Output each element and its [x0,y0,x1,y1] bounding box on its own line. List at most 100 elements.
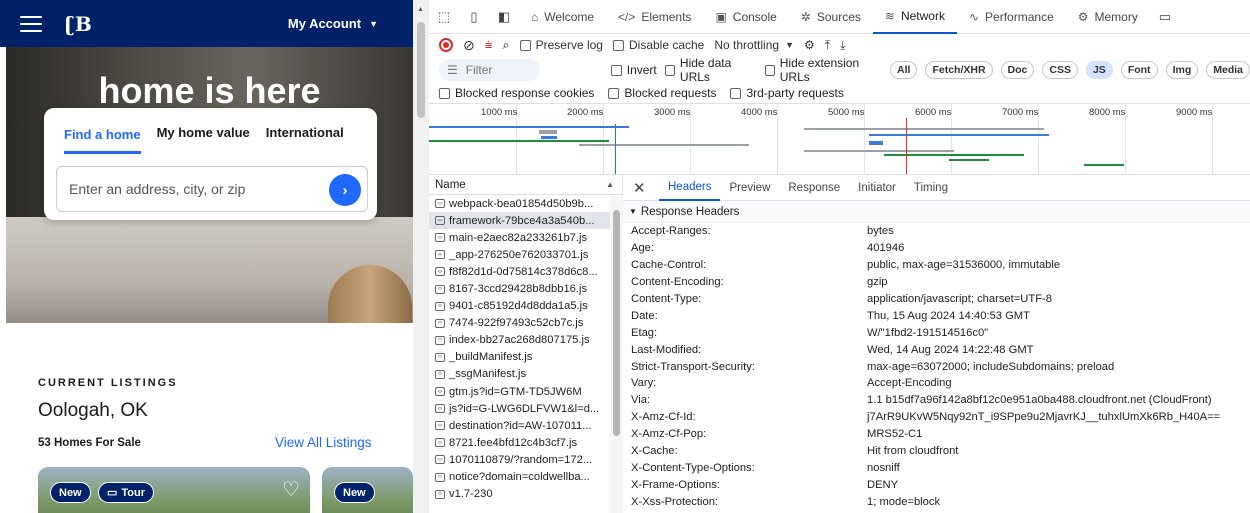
tab-console[interactable]: ▣ Console [703,0,788,34]
name-header-label: Name [435,178,466,191]
header-row: Via: 1.1 b15df7a96f142a8bf12c0e951a0ba488… [623,392,1250,409]
inspect-element-icon[interactable]: ⬚ [429,9,459,25]
search-input[interactable]: Enter an address, city, or zip › [56,166,368,212]
listing-card[interactable]: New ▭ Tour ♡ [38,467,310,513]
chip-font[interactable]: Font [1120,61,1158,79]
request-row[interactable]: ‹› _app-276250e762033701.js [429,246,611,263]
response-headers-section[interactable]: ▼ Response Headers [623,201,1250,223]
tab-welcome[interactable]: ⌂ Welcome [519,0,606,34]
close-icon[interactable]: ✕ [633,179,659,197]
upload-icon[interactable]: ⤒ [825,38,830,53]
chip-all[interactable]: All [890,61,918,79]
listing-card[interactable]: New [322,467,413,513]
view-all-listings-link[interactable]: View All Listings [275,435,372,450]
request-row[interactable]: ‹› js?id=G-LWG6DLFVW1&l=d... [429,400,611,417]
chip-doc[interactable]: Doc [1000,61,1035,79]
search-icon[interactable]: ⌕ [502,37,509,53]
request-row[interactable]: ‹› notice?domain=coldwellba... [429,469,611,486]
my-account-button[interactable]: My Account ▼ [288,16,378,31]
preserve-log-checkbox[interactable]: Preserve log [519,38,603,52]
caret-down-icon: ▼ [369,18,378,29]
third-party-requests-checkbox[interactable]: 3rd-party requests [730,86,844,100]
throttling-select[interactable]: No throttling ▼ [714,38,794,52]
request-row[interactable]: ‹› destination?id=AW-107011... [429,417,611,434]
record-icon[interactable] [439,38,453,52]
scrollbar-thumb[interactable] [613,210,620,436]
request-row[interactable]: ‹› 1070110879/?random=172... [429,451,611,468]
tab-memory[interactable]: ⚙ Memory [1066,0,1150,34]
request-row[interactable]: ‹› webpack-bea01854d50b9b... [429,195,611,212]
header-value: Wed, 14 Aug 2024 14:22:48 GMT [867,343,1034,356]
chip-css[interactable]: CSS [1042,61,1078,79]
tab-performance[interactable]: ∿ Performance [957,0,1066,34]
search-submit-button[interactable]: › [329,174,361,206]
request-row[interactable]: ‹› 8167-3ccd29428b8dbb16.js [429,280,611,297]
timeline-tick-label: 1000 ms [481,107,518,118]
header-key: Accept-Ranges: [631,225,711,238]
scrollbar-thumb[interactable] [417,22,425,118]
website-scrollbar[interactable]: ▲ [413,0,429,513]
blocked-response-cookies-label: Blocked response cookies [455,86,595,100]
request-row[interactable]: ‹› 9401-c85192d4d8dda1a5.js [429,298,611,315]
request-row[interactable]: ‹› 7474-922f97493c52cb7c.js [429,315,611,332]
request-list-scrollbar[interactable] [610,196,623,513]
request-name: _app-276250e762033701.js [449,248,589,261]
tab-my-home-value[interactable]: My home value [157,125,250,140]
request-row[interactable]: ‹› gtm.js?id=GTM-TD5JW6M [429,383,611,400]
blocked-response-cookies-checkbox[interactable]: Blocked response cookies [439,86,594,100]
favorite-heart-icon[interactable]: ♡ [282,477,300,502]
request-name: main-e2aec82a233261b7.js [449,231,588,244]
clear-icon[interactable]: ⊘ [463,37,475,54]
tab-international[interactable]: International [266,125,344,140]
tab-elements[interactable]: </> Elements [606,0,703,34]
tab-network[interactable]: ≋ Network [872,0,957,34]
network-conditions-icon[interactable]: ⚙ [804,38,815,52]
hide-extension-urls-checkbox[interactable]: Hide extension URLs [764,56,882,84]
chip-fetch-xhr[interactable]: Fetch/XHR [925,61,993,79]
timeline-tick-label: 8000 ms [1089,107,1126,118]
network-overview-timeline[interactable]: 1000 ms 2000 ms 3000 ms 4000 ms 5000 ms … [429,103,1250,175]
more-tabs-icon[interactable]: ▭ [1150,9,1180,25]
device-toolbar-icon[interactable]: ▯ [459,9,489,25]
tab-timing[interactable]: Timing [905,175,957,201]
download-icon[interactable]: ⤓ [840,38,845,53]
my-account-label: My Account [287,16,362,31]
chip-media[interactable]: Media [1206,61,1250,79]
tab-preview[interactable]: Preview [720,175,779,201]
request-row[interactable]: ‹› main-e2aec82a233261b7.js [429,229,611,246]
filter-funnel-icon[interactable]: ⩧ [485,37,493,53]
menu-icon[interactable] [20,15,42,32]
hide-data-urls-checkbox[interactable]: Hide data URLs [664,56,757,84]
filter-input[interactable]: ☰ Filter [439,59,541,81]
tab-find-a-home[interactable]: Find a home [64,111,141,154]
invert-checkbox[interactable]: Invert [610,63,657,77]
tab-sources[interactable]: ✲ Sources [789,0,873,34]
sidebar-toggle-icon[interactable]: ◧ [489,9,519,25]
tab-response[interactable]: Response [779,175,849,201]
chip-js[interactable]: JS [1085,61,1113,79]
tab-initiator[interactable]: Initiator [849,175,905,201]
header-value: MRS52-C1 [867,428,923,441]
request-row[interactable]: ‹› _buildManifest.js [429,349,611,366]
disable-cache-checkbox[interactable]: Disable cache [612,38,704,52]
filter-bar: ☰ Filter Invert Hide data URLs Hide exte… [429,56,1250,84]
chip-img[interactable]: Img [1165,61,1199,79]
request-row[interactable]: ‹› 8721.fee4bfd12c4b3cf7.js [429,434,611,451]
request-row-selected[interactable]: ‹› framework-79bce4a3a540b... [429,212,611,230]
tab-headers[interactable]: Headers [659,175,721,201]
request-row[interactable]: ‹› f8f82d1d-0d75814c378d6c8... [429,263,611,280]
timeline-tick-label: 2000 ms [567,107,604,118]
hero-title: home is here [98,70,321,111]
request-row[interactable]: ‹› _ssgManifest.js [429,366,611,383]
third-party-requests-label: 3rd-party requests [746,86,844,100]
scroll-up-icon[interactable]: ▲ [417,6,424,13]
blocked-requests-checkbox[interactable]: Blocked requests [608,86,716,100]
timeline-bar [579,144,749,146]
request-name: _ssgManifest.js [449,368,527,381]
brand-logo[interactable]: ʗB [64,12,92,36]
request-row[interactable]: ‹› index-bb27ac268d807175.js [429,332,611,349]
city-heading: Oologah, OK [38,400,148,421]
header-key: Last-Modified: [631,343,702,356]
request-row[interactable]: ‹› v1.7-230 [429,486,611,503]
name-column-header[interactable]: Name ▲ [429,175,622,195]
